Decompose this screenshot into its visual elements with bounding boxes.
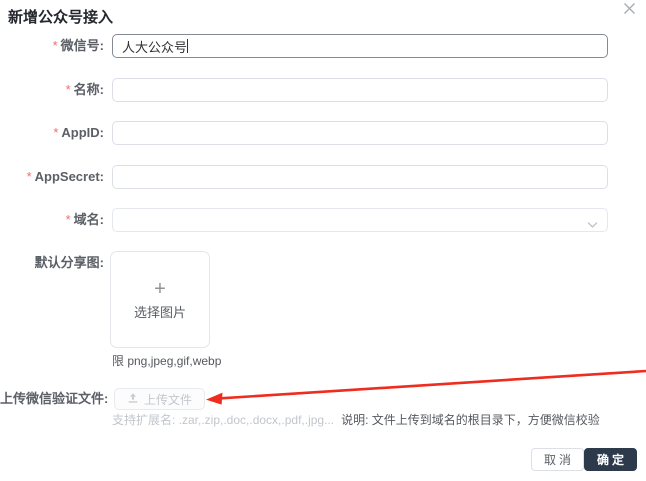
domain-select[interactable] [112, 208, 608, 232]
share-image-upload-area[interactable]: + 选择图片 [110, 251, 210, 348]
field-label-name: * 名称: [65, 82, 104, 97]
share-image-format-hint: 限 png,jpeg,gif,webp [112, 354, 222, 368]
field-label-domain: * 域名: [65, 212, 104, 227]
text-cursor [187, 39, 188, 53]
required-mark: * [65, 212, 71, 227]
required-mark: * [65, 82, 71, 97]
choose-image-label: 选择图片 [133, 304, 186, 320]
chevron-down-icon [587, 216, 598, 234]
name-input[interactable] [112, 78, 608, 102]
field-label-wechat-id: * 微信号: [52, 38, 104, 53]
upload-icon [127, 392, 139, 407]
appid-input[interactable] [112, 121, 608, 145]
required-mark: * [52, 38, 58, 53]
upload-file-button[interactable]: 上传文件 [114, 388, 206, 410]
cancel-button[interactable]: 取消 [531, 448, 585, 471]
close-button[interactable] [619, 1, 639, 21]
required-mark: * [26, 169, 32, 184]
extension-hint: 支持扩展名: .zar,.zip,.doc,.docx,.pdf,.jpg... [112, 413, 335, 427]
field-label-appid: * AppID: [53, 125, 104, 140]
note-text: 说明: 文件上传到域名的根目录下，方便微信校验 [341, 413, 600, 427]
confirm-button[interactable]: 确定 [584, 448, 638, 471]
dialog-title: 新增公众号接入 [8, 9, 114, 26]
close-icon [622, 1, 637, 21]
field-label-verify-file: 上传微信验证文件: [0, 391, 109, 406]
field-label-share-image: 默认分享图: [34, 255, 104, 270]
required-mark: * [53, 125, 59, 140]
add-official-account-dialog: 新增公众号接入 *微信号: *名称: *AppID: *AppSecret: *… [0, 0, 646, 481]
plus-icon: + [154, 277, 166, 300]
field-label-appsecret: * AppSecret: [26, 169, 104, 184]
appsecret-input[interactable] [112, 165, 608, 189]
upload-file-label: 上传文件 [144, 392, 193, 407]
verify-file-hints: 支持扩展名: .zar,.zip,.doc,.docx,.pdf,.jpg...… [112, 411, 600, 428]
